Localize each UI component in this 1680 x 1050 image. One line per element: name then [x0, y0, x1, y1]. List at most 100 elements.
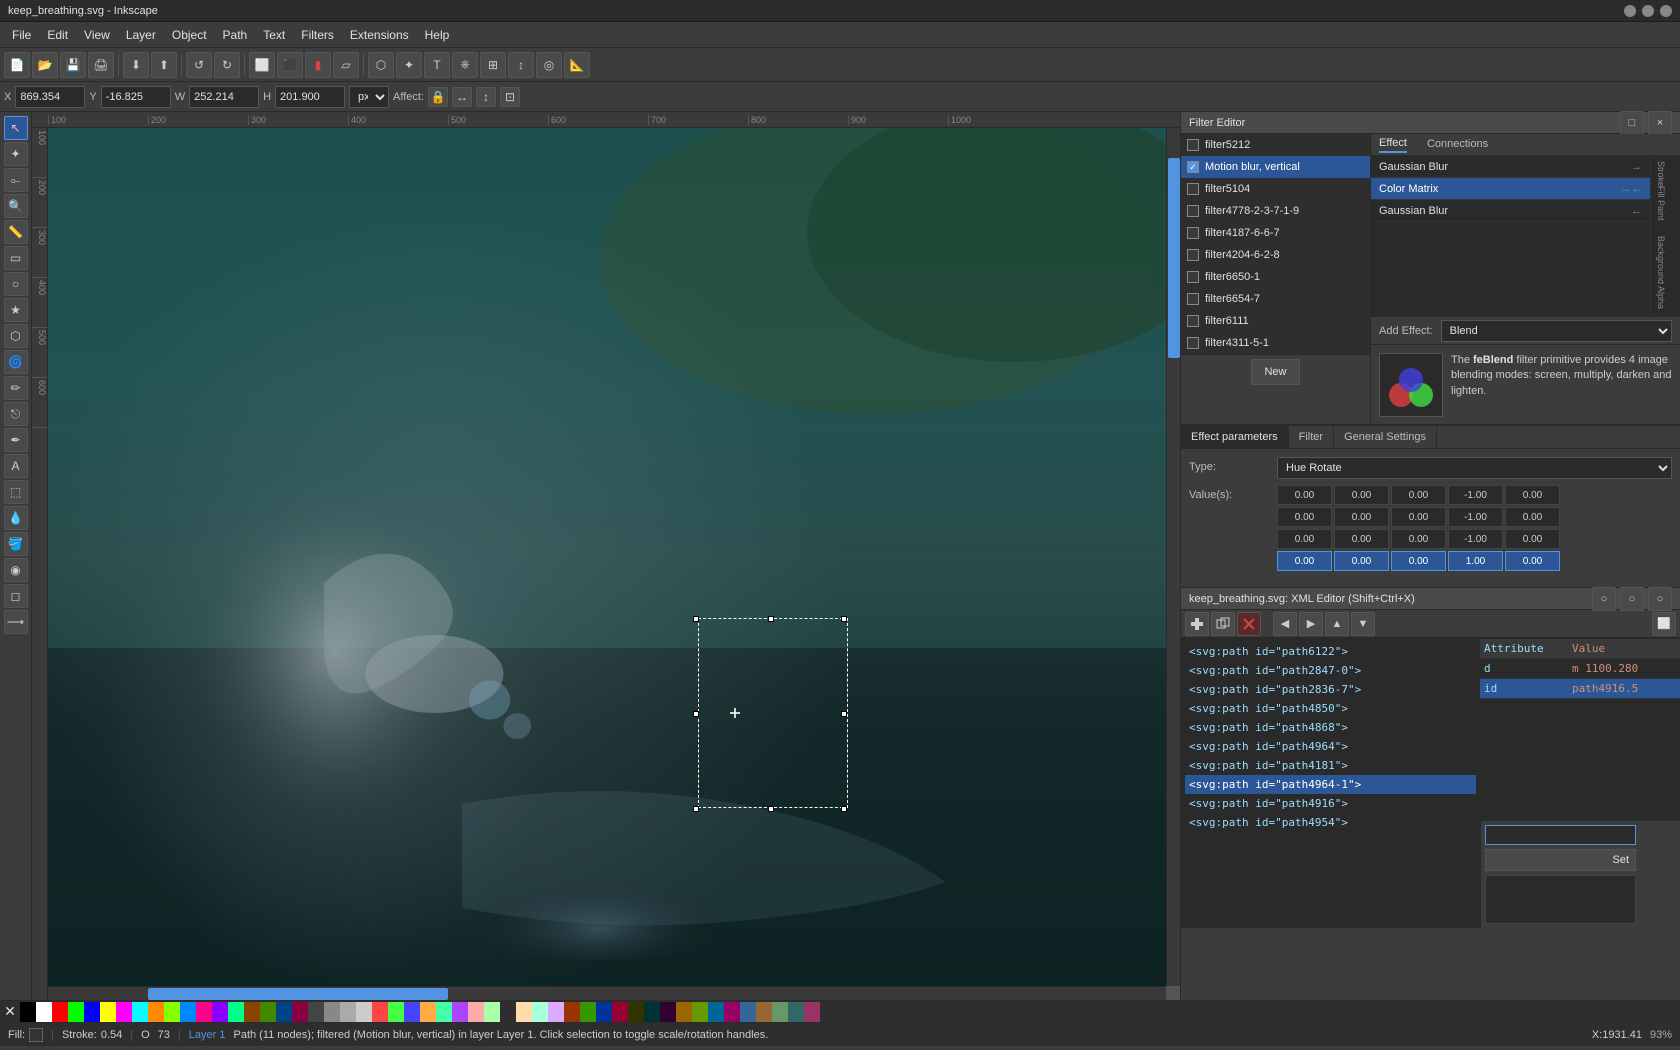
palette-color-swatch[interactable] [148, 1002, 164, 1022]
palette-color-swatch[interactable] [420, 1002, 436, 1022]
unit-select[interactable]: px [349, 86, 389, 108]
palette-color-swatch[interactable] [356, 1002, 372, 1022]
effect-row-gaussian-blur-2[interactable]: Gaussian Blur ← [1371, 200, 1650, 222]
eyedropper-tool[interactable]: 💧 [4, 506, 28, 530]
xml-node-path4868[interactable]: <svg:path id="path4868"> [1185, 718, 1476, 737]
connector-tool[interactable]: ⟶ [4, 610, 28, 634]
selection-handle-n[interactable] [768, 616, 774, 622]
filter-checkbox-4778[interactable] [1187, 205, 1199, 217]
matrix-2-1[interactable] [1334, 529, 1389, 549]
tweak-tool[interactable]: ⟜ [4, 168, 28, 192]
palette-color-swatch[interactable] [660, 1002, 676, 1022]
canvas-area[interactable]: 100 200 300 400 500 600 700 800 900 1000… [32, 112, 1180, 1000]
xml-attr-name-input[interactable] [1485, 825, 1636, 845]
filter-item-4311[interactable]: filter4311-5-1 [1181, 332, 1370, 354]
matrix-0-2[interactable] [1391, 485, 1446, 505]
no-color-btn[interactable]: ✕ [0, 1002, 20, 1022]
matrix-3-4[interactable] [1505, 551, 1560, 571]
palette-color-swatch[interactable] [260, 1002, 276, 1022]
minimize-button[interactable] [1624, 5, 1636, 17]
text-tool[interactable]: A [4, 454, 28, 478]
palette-color-swatch[interactable] [20, 1002, 36, 1022]
calligraphy-tool[interactable]: ✒ [4, 428, 28, 452]
selection-center[interactable] [730, 708, 740, 718]
xml-restore-btn[interactable]: ○ [1620, 587, 1644, 611]
params-tab-general[interactable]: General Settings [1334, 426, 1437, 448]
undo-btn[interactable]: ↺ [186, 52, 212, 78]
xml-node-path4954[interactable]: <svg:path id="path4954"> [1185, 813, 1476, 832]
palette-color-swatch[interactable] [564, 1002, 580, 1022]
filter-checkbox-4187[interactable] [1187, 227, 1199, 239]
palette-color-swatch[interactable] [596, 1002, 612, 1022]
xml-attr-row-id[interactable]: id path4916.5 [1480, 679, 1680, 699]
xml-next-btn[interactable]: ▶ [1299, 612, 1323, 636]
palette-color-swatch[interactable] [612, 1002, 628, 1022]
filter-item-motion-blur[interactable]: ✓ Motion blur, vertical [1181, 156, 1370, 178]
w-input[interactable] [189, 86, 259, 108]
xml-minimize-btn[interactable]: ○ [1592, 587, 1616, 611]
zoom-fit-btn[interactable]: ⊞ [480, 52, 506, 78]
palette-color-swatch[interactable] [388, 1002, 404, 1022]
effect-row-gaussian-blur-1[interactable]: Gaussian Blur → [1371, 156, 1650, 178]
stroke-btn[interactable]: ▱ [333, 52, 359, 78]
xml-node-path2836[interactable]: <svg:path id="path2836-7"> [1185, 680, 1476, 699]
vscroll-thumb[interactable] [1168, 158, 1180, 358]
menu-edit[interactable]: Edit [39, 25, 76, 45]
selection-handle-s[interactable] [768, 806, 774, 812]
spiral-tool[interactable]: 🌀 [4, 350, 28, 374]
matrix-2-2[interactable] [1391, 529, 1446, 549]
palette-color-swatch[interactable] [100, 1002, 116, 1022]
x-coord-input[interactable] [15, 86, 85, 108]
matrix-0-0[interactable] [1277, 485, 1332, 505]
maximize-button[interactable] [1642, 5, 1654, 17]
xml-set-button[interactable]: Set [1485, 849, 1636, 871]
new-document-btn[interactable]: 📄 [4, 52, 30, 78]
print-btn[interactable]: 🖨 [88, 52, 114, 78]
affect-btn3[interactable]: ⊡ [500, 87, 520, 107]
filter-checkbox-motion-blur[interactable]: ✓ [1187, 161, 1199, 173]
palette-color-swatch[interactable] [212, 1002, 228, 1022]
menu-layer[interactable]: Layer [118, 25, 164, 45]
matrix-2-0[interactable] [1277, 529, 1332, 549]
type-select[interactable]: Hue Rotate Matrix Saturate Luminance to … [1277, 457, 1672, 479]
bezier-tool[interactable]: ⎋ [4, 402, 28, 426]
selection-handle-w[interactable] [693, 711, 699, 717]
fill-color-swatch[interactable] [29, 1028, 43, 1042]
filter-checkbox-4311[interactable] [1187, 337, 1199, 349]
xml-indent-btn[interactable]: ⬜ [1652, 612, 1676, 636]
filter-checkbox-6654[interactable] [1187, 293, 1199, 305]
menu-filters[interactable]: Filters [293, 25, 342, 45]
palette-color-swatch[interactable] [724, 1002, 740, 1022]
filter-item-4204[interactable]: filter4204-6-2-8 [1181, 244, 1370, 266]
select-tool[interactable]: ↖ [4, 116, 28, 140]
palette-color-swatch[interactable] [372, 1002, 388, 1022]
palette-color-swatch[interactable] [772, 1002, 788, 1022]
affect-btn1[interactable]: ↔ [452, 87, 472, 107]
connections-tab[interactable]: Connections [1427, 138, 1488, 152]
palette-color-swatch[interactable] [36, 1002, 52, 1022]
effect-row-color-matrix[interactable]: Color Matrix →← [1371, 178, 1650, 200]
y-coord-input[interactable] [101, 86, 171, 108]
canvas-image-area[interactable] [48, 128, 1166, 986]
matrix-2-4[interactable] [1505, 529, 1560, 549]
matrix-1-3[interactable] [1448, 507, 1503, 527]
save-btn[interactable]: 💾 [60, 52, 86, 78]
filter-editor-close-btn[interactable]: × [1648, 111, 1672, 135]
menu-help[interactable]: Help [417, 25, 458, 45]
import-btn[interactable]: ⬇ [123, 52, 149, 78]
palette-color-swatch[interactable] [340, 1002, 356, 1022]
palette-color-swatch[interactable] [580, 1002, 596, 1022]
menu-file[interactable]: File [4, 25, 39, 45]
node-btn[interactable]: ✦ [396, 52, 422, 78]
xml-value-textarea[interactable] [1485, 875, 1636, 924]
bezier-btn[interactable]: ⎈ [452, 52, 478, 78]
filter-editor-expand-btn[interactable]: □ [1620, 111, 1644, 135]
filter-checkbox-5212[interactable] [1187, 139, 1199, 151]
selection-handle-sw[interactable] [693, 806, 699, 812]
eraser-tool[interactable]: ◻ [4, 584, 28, 608]
spray-btn[interactable]: ◎ [536, 52, 562, 78]
xml-attr-row-d[interactable]: d m 1100.280 [1480, 659, 1680, 679]
params-tab-effect[interactable]: Effect parameters [1181, 426, 1289, 448]
xml-node-path4181[interactable]: <svg:path id="path4181"> [1185, 756, 1476, 775]
zoom-tool[interactable]: 🔍 [4, 194, 28, 218]
